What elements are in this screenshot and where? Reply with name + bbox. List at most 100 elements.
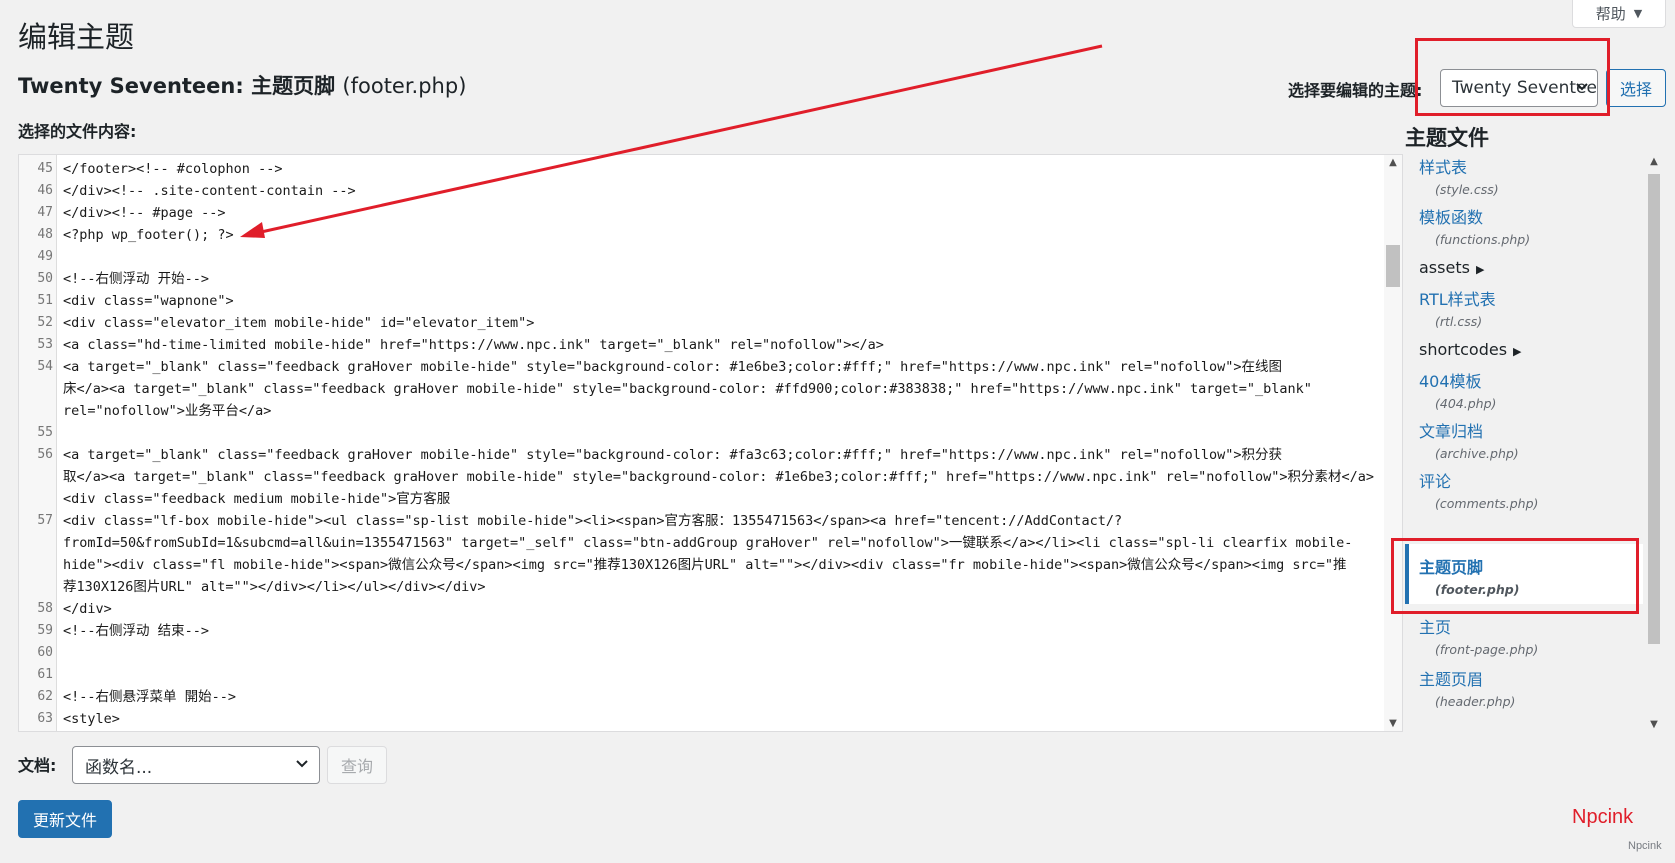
docs-label: 文档: (18, 756, 57, 775)
code-text: <a class="hd-time-limited mobile-hide" h… (63, 337, 884, 353)
line-number: 47 (37, 205, 53, 220)
file-label[interactable]: 主题页眉 (1419, 666, 1643, 690)
annotation-box-footer (1391, 538, 1639, 614)
subtitle-file: (footer.php) (342, 74, 467, 98)
theme-files-list: 样式表 (style.css) 模板函数 (functions.php) ass… (1405, 154, 1667, 732)
editor-scroll-thumb[interactable] (1386, 245, 1400, 287)
code-text: <a target="_blank" class="feedback graHo… (63, 447, 1283, 463)
folder-name: shortcodes (1419, 340, 1508, 359)
file-item-comments[interactable]: 评论 (comments.php) (1405, 468, 1643, 511)
scroll-down-icon[interactable]: ▼ (1384, 718, 1402, 729)
code-editor[interactable]: 45 </footer><!-- #colophon --> 46 </div><… (18, 154, 1403, 732)
code-text: <a target="_blank" class="feedback graHo… (63, 359, 1283, 375)
file-item-404[interactable]: 404模板 (404.php) (1405, 368, 1643, 411)
annotation-box-theme (1415, 38, 1610, 116)
theme-files-heading: 主题文件 (1405, 126, 1489, 150)
file-name: (archive.php) (1435, 446, 1519, 461)
file-label[interactable]: 样式表 (1419, 154, 1643, 178)
file-item-front-page[interactable]: 主页 (front-page.php) (1405, 614, 1643, 657)
file-subtitle: Twenty Seventeen: 主题页脚 (footer.php) (18, 70, 466, 100)
code-text: </footer><!-- #colophon --> (63, 161, 283, 177)
code-text: <div class="wapnone"> (63, 293, 234, 309)
code-text: hide"><div class="fl mobile-hide"><span>… (63, 557, 1347, 573)
file-label[interactable]: 主页 (1419, 614, 1643, 638)
select-theme-button[interactable]: 选择 (1606, 69, 1666, 107)
code-text: <!--右侧悬浮菜单 開始--> (63, 689, 237, 705)
file-item-style[interactable]: 样式表 (style.css) (1405, 154, 1643, 197)
files-scroll-thumb[interactable] (1648, 174, 1660, 644)
line-number: 50 (37, 271, 53, 286)
line-number: 51 (37, 293, 53, 308)
code-text: fromId=50&fromSubId=1&subcmd=all&uin=135… (63, 535, 1353, 551)
file-item-archive[interactable]: 文章归档 (archive.php) (1405, 418, 1643, 461)
file-item-header[interactable]: 主题页眉 (header.php) (1405, 666, 1643, 709)
theme-select-label: 选择要编辑的主题: (1288, 81, 1423, 100)
query-button[interactable]: 查询 (327, 746, 387, 784)
line-number: 58 (37, 601, 53, 616)
watermark-logo: Npcink (1572, 806, 1634, 828)
chevron-down-icon (295, 756, 309, 774)
line-number: 53 (37, 337, 53, 352)
code-text: <?php wp_footer(); ?> (63, 227, 234, 243)
file-label[interactable]: 文章归档 (1419, 418, 1643, 442)
line-number: 59 (37, 623, 53, 638)
editor-scrollbar[interactable]: ▲ ▼ (1384, 155, 1402, 731)
folder-item-shortcodes[interactable]: shortcodes ▶ (1405, 340, 1643, 359)
help-label: 帮助 (1595, 5, 1626, 23)
file-item-functions[interactable]: 模板函数 (functions.php) (1405, 204, 1643, 247)
line-number: 60 (37, 645, 53, 660)
scroll-up-icon[interactable]: ▲ (1384, 157, 1402, 168)
line-number: 56 (37, 447, 53, 462)
files-scrollbar[interactable]: ▲ ▼ (1645, 154, 1663, 732)
subtitle-theme: Twenty Seventeen: (18, 74, 244, 98)
line-number: 49 (37, 249, 53, 264)
folder-label[interactable]: assets ▶ (1419, 258, 1643, 277)
line-number: 55 (37, 425, 53, 440)
code-text: </div><!-- #page --> (63, 205, 226, 221)
line-number: 57 (37, 513, 53, 528)
file-name: (front-page.php) (1435, 642, 1539, 657)
code-text: <style> (63, 711, 120, 727)
file-label[interactable]: 评论 (1419, 468, 1643, 492)
function-select[interactable]: 函数名... (72, 746, 320, 784)
folder-name: assets (1419, 258, 1470, 277)
code-text: <!--右侧浮动 结束--> (63, 623, 210, 639)
file-name: (functions.php) (1435, 232, 1531, 247)
line-number: 63 (37, 711, 53, 726)
line-number: 45 (37, 161, 53, 176)
line-number: 62 (37, 689, 53, 704)
folder-label[interactable]: shortcodes ▶ (1419, 340, 1643, 359)
update-file-button[interactable]: 更新文件 (18, 800, 112, 838)
code-text: 取</a><a target="_blank" class="feedback … (63, 469, 1375, 485)
code-text: </div> (63, 601, 112, 617)
scroll-down-icon[interactable]: ▼ (1645, 719, 1663, 730)
file-label[interactable]: 模板函数 (1419, 204, 1643, 228)
line-number: 54 (37, 359, 53, 374)
code-text: <div class="elevator_item mobile-hide" i… (63, 315, 535, 331)
folder-item-assets[interactable]: assets ▶ (1405, 258, 1643, 277)
help-tab[interactable]: 帮助 ▼ (1572, 0, 1666, 28)
file-name: (404.php) (1435, 396, 1497, 411)
watermark-text: Npcink (1628, 840, 1662, 852)
file-name: (rtl.css) (1435, 314, 1483, 329)
caret-down-icon: ▼ (1633, 7, 1643, 20)
code-text: 床</a><a target="_blank" class="feedback … (63, 381, 1312, 397)
code-text: <div class="feedback medium mobile-hide"… (63, 491, 451, 507)
line-number: 61 (37, 667, 53, 682)
file-label[interactable]: 404模板 (1419, 368, 1643, 392)
triangle-right-icon: ▶ (1513, 345, 1522, 358)
file-content-label: 选择的文件内容: (18, 122, 137, 141)
code-text: 荐130X126图片URL" alt=""></div></li></ul></… (63, 579, 486, 595)
code-text: <!--右侧浮动 开始--> (63, 271, 210, 287)
file-item-rtl[interactable]: RTL样式表 (rtl.css) (1405, 286, 1643, 329)
triangle-right-icon: ▶ (1475, 263, 1485, 276)
file-name: (header.php) (1435, 694, 1516, 709)
code-text: </div><!-- .site-content-contain --> (63, 183, 356, 199)
line-number: 52 (37, 315, 53, 330)
file-name: (comments.php) (1435, 496, 1539, 511)
theme-editor-page: 帮助 ▼ 编辑主题 Twenty Seventeen: 主题页脚 (footer… (0, 0, 1675, 863)
scroll-up-icon[interactable]: ▲ (1645, 156, 1663, 167)
function-select-value: 函数名... (85, 757, 153, 778)
file-label[interactable]: RTL样式表 (1419, 286, 1643, 310)
line-number: 48 (37, 227, 53, 242)
